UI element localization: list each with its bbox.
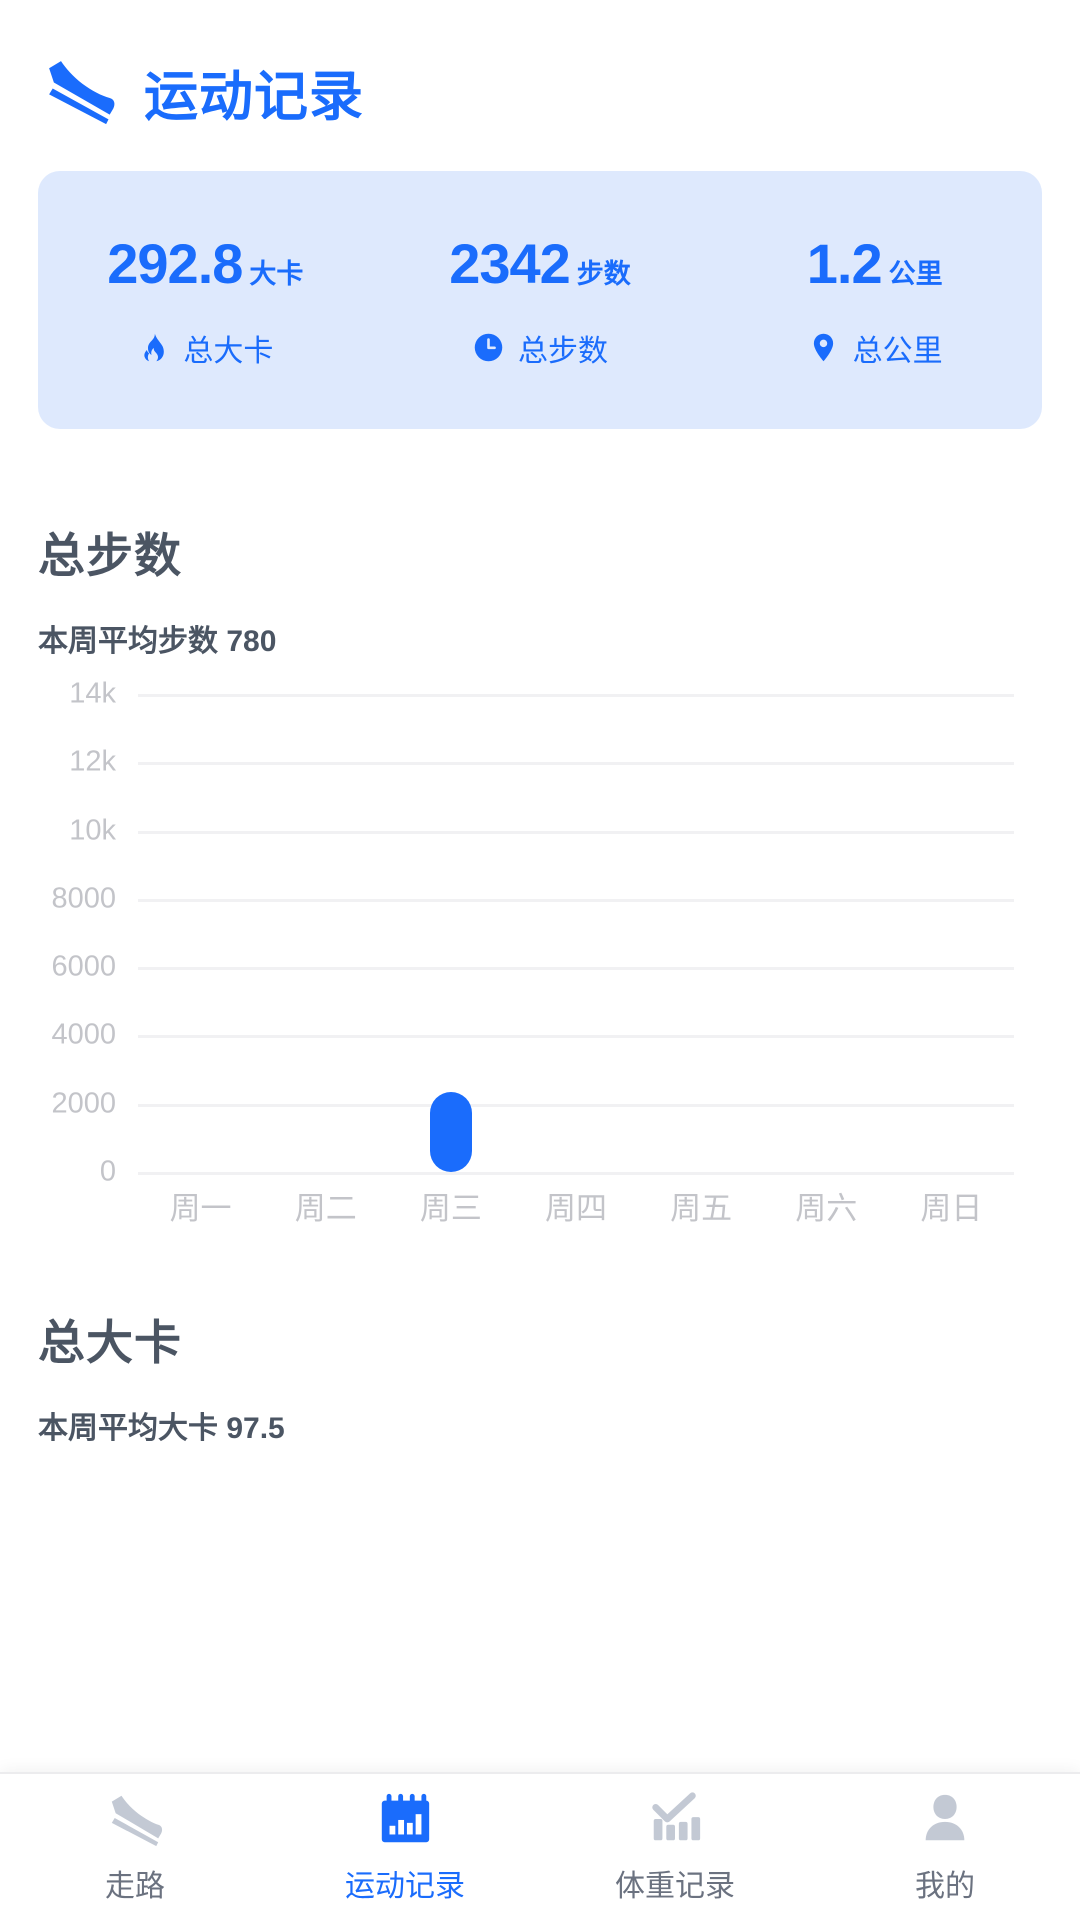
stat-label: 总步数 — [518, 334, 608, 368]
section-title: 总步数 — [38, 529, 182, 582]
tab-label: 我的 — [915, 1869, 975, 1903]
x-axis-label: 周三 — [419, 1191, 482, 1226]
section-total-kcal: 总大卡 本周平均大卡 97.5 — [0, 1304, 1080, 1447]
y-axis-tick: 6000 — [51, 950, 116, 983]
bar-slot[interactable] — [263, 694, 388, 1172]
tab-weight-record[interactable]: 体重记录 — [540, 1790, 810, 1905]
app-screen: 运动记录 292.8 大卡 总大卡 2342 步数 总步数 1.2 公里 总公里… — [0, 0, 1080, 1920]
stat-unit: 步数 — [576, 258, 631, 289]
stat-value-row: 292.8 大卡 — [107, 231, 303, 296]
y-axis-tick: 14k — [69, 677, 116, 710]
summary-card: 292.8 大卡 总大卡 2342 步数 总步数 1.2 公里 总公里 — [38, 171, 1042, 429]
stat-total-kcal: 292.8 大卡 总大卡 — [38, 231, 373, 370]
x-axis-label: 周日 — [920, 1191, 983, 1226]
stat-total-steps: 2342 步数 总步数 — [373, 231, 708, 370]
stat-total-km: 1.2 公里 总公里 — [707, 231, 1042, 370]
chart-notepad-icon — [374, 1790, 436, 1848]
stat-label: 总大卡 — [183, 334, 274, 368]
clock-icon — [472, 331, 505, 364]
y-axis-tick: 8000 — [51, 882, 116, 915]
stat-value: 292.8 — [107, 231, 243, 295]
section-total-steps: 总步数 本周平均步数 780 0 2000 4000 6000 8000 10k 12k 14… — [0, 517, 1080, 1234]
y-axis-tick: 10k — [69, 814, 116, 847]
stat-value-row: 2342 步数 — [449, 231, 631, 296]
bar-slot[interactable] — [388, 694, 513, 1172]
stat-label: 总公里 — [852, 334, 943, 368]
x-axis-label: 周五 — [670, 1191, 733, 1226]
chart-plot-area: 0 2000 4000 6000 8000 10k 12k 14k — [51, 678, 1014, 1188]
x-axis-label: 周二 — [294, 1191, 357, 1226]
shoe-icon — [104, 1790, 166, 1848]
stat-unit: 公里 — [888, 258, 943, 289]
shoe-icon — [42, 56, 118, 128]
gridline — [138, 1172, 1014, 1175]
y-axis-tick: 0 — [99, 1155, 116, 1188]
x-axis-label: 周一 — [169, 1191, 232, 1226]
x-axis-label: 周四 — [544, 1191, 607, 1226]
stat-value: 1.2 — [806, 231, 883, 295]
bar-slot[interactable] — [513, 694, 638, 1172]
location-pin-icon — [807, 331, 840, 364]
bar-chart-check-icon — [644, 1790, 706, 1848]
bar-slot[interactable] — [639, 694, 764, 1172]
bar-series — [138, 694, 1014, 1172]
stat-label-row: 总步数 — [472, 326, 608, 370]
x-axis-labels: 周一 周二 周三 周四 周五 周六 周日 — [138, 1183, 1014, 1228]
flame-icon — [137, 331, 170, 364]
bar-slot[interactable] — [764, 694, 889, 1172]
section-subtitle: 本周平均步数 780 — [38, 625, 277, 658]
tab-profile[interactable]: 我的 — [810, 1790, 1080, 1905]
tab-exercise-record[interactable]: 运动记录 — [270, 1790, 540, 1905]
stat-unit: 大卡 — [249, 258, 304, 289]
person-icon — [914, 1790, 976, 1848]
stat-label-row: 总公里 — [807, 326, 943, 370]
section-title: 总大卡 — [38, 1316, 182, 1369]
x-axis-label: 周六 — [795, 1191, 858, 1226]
y-axis-tick: 12k — [69, 745, 116, 778]
bottom-tab-bar: 走路 运动记录 体重记录 我的 — [0, 1772, 1080, 1920]
tab-walking[interactable]: 走路 — [0, 1790, 270, 1905]
tab-label: 运动记录 — [345, 1869, 465, 1903]
page-title: 运动记录 — [144, 67, 364, 127]
chart-bar[interactable] — [429, 1092, 472, 1172]
steps-bar-chart: 0 2000 4000 6000 8000 10k 12k 14k 周一 周二 周三 周四 周五 周六周… — [38, 678, 1042, 1234]
bar-slot[interactable] — [138, 694, 263, 1172]
stat-value-row: 1.2 公里 — [807, 231, 943, 296]
page-header: 运动记录 — [0, 0, 1080, 131]
tab-label: 走路 — [105, 1869, 165, 1903]
tab-label: 体重记录 — [615, 1869, 735, 1903]
stat-label-row: 总大卡 — [137, 326, 273, 370]
stat-value: 2342 — [449, 231, 571, 295]
bar-slot[interactable] — [889, 694, 1014, 1172]
y-axis-tick: 2000 — [51, 1087, 116, 1120]
y-axis-tick: 4000 — [51, 1018, 116, 1051]
section-subtitle: 本周平均大卡 97.5 — [38, 1412, 285, 1445]
